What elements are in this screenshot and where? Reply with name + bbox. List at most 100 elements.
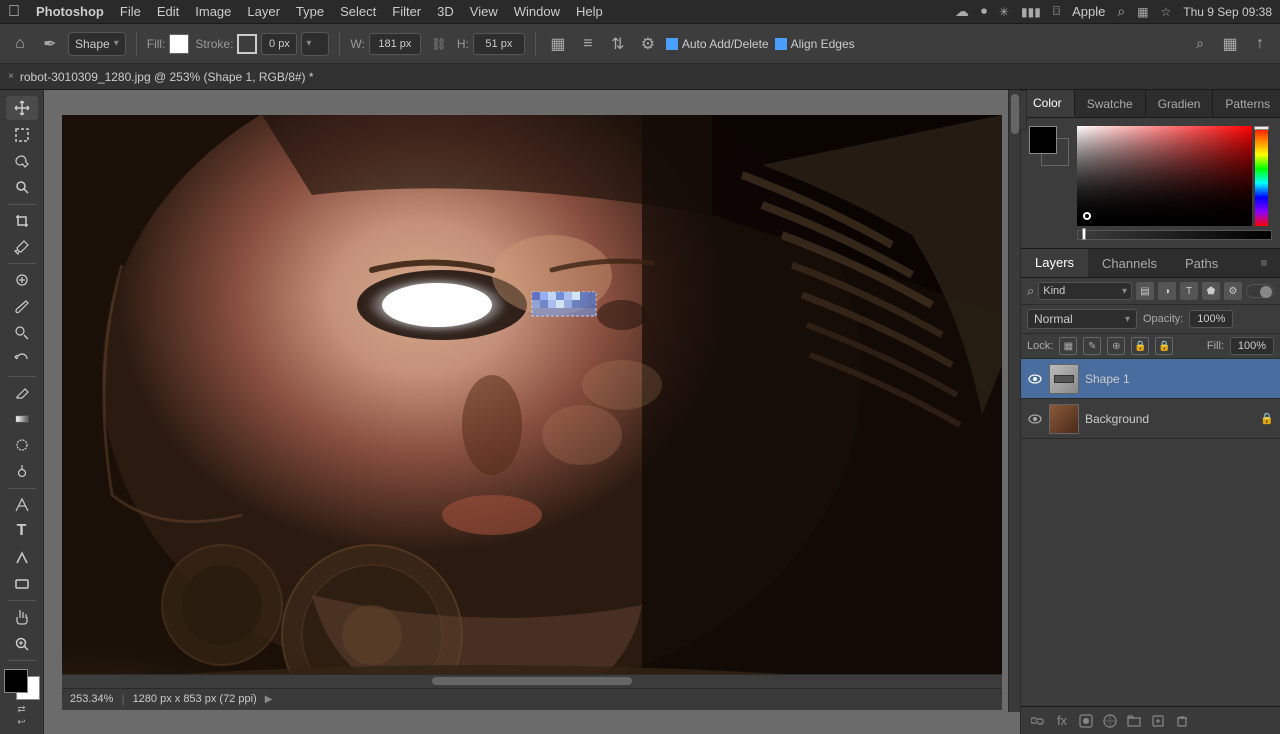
lock-move-btn[interactable]: ⊕ bbox=[1107, 337, 1125, 355]
foreground-color[interactable] bbox=[4, 669, 28, 693]
quick-select-tool[interactable] bbox=[6, 175, 38, 199]
dodge-tool[interactable] bbox=[6, 460, 38, 484]
opacity-input[interactable] bbox=[1189, 310, 1233, 328]
crop-tool[interactable] bbox=[6, 208, 38, 232]
tab-paths[interactable]: Paths bbox=[1171, 249, 1232, 277]
brush-tool[interactable] bbox=[6, 294, 38, 318]
grid-icon[interactable]: ▦ bbox=[1218, 32, 1242, 56]
menu-edit[interactable]: Edit bbox=[157, 4, 179, 19]
lasso-tool[interactable] bbox=[6, 149, 38, 173]
color-spectrum[interactable] bbox=[1077, 126, 1252, 226]
link-dimensions-icon[interactable]: ⛓ bbox=[427, 32, 451, 56]
lock-artboard-btn[interactable]: 🔒 bbox=[1131, 337, 1149, 355]
default-colors-icon[interactable]: ↩ bbox=[17, 717, 25, 728]
filter-kind-dropdown[interactable]: Kind ▾ bbox=[1038, 282, 1132, 300]
canvas-image[interactable]: 253.34% | 1280 px x 853 px (72 ppi) ▶ bbox=[62, 115, 1002, 710]
search-toolbar-icon[interactable]: ⌕ bbox=[1188, 32, 1212, 56]
apple-label[interactable]: Apple bbox=[1072, 4, 1105, 19]
settings-icon[interactable]: ⚙ bbox=[636, 32, 660, 56]
height-input[interactable] bbox=[473, 33, 525, 55]
add-mask-btn[interactable] bbox=[1077, 712, 1095, 730]
tab-close-btn[interactable]: × bbox=[8, 71, 14, 82]
foreground-background-colors[interactable] bbox=[4, 669, 40, 700]
filter-pixel-icon[interactable]: ▤ bbox=[1136, 282, 1154, 300]
menu-window[interactable]: Window bbox=[514, 4, 560, 19]
layers-panel-menu-btn[interactable]: ≡ bbox=[1252, 251, 1276, 275]
share-icon[interactable]: ↑ bbox=[1248, 32, 1272, 56]
lock-pixels-btn[interactable]: ▦ bbox=[1059, 337, 1077, 355]
filter-smart-icon[interactable]: ⚙ bbox=[1224, 282, 1242, 300]
marquee-tool[interactable] bbox=[6, 122, 38, 146]
move-tool[interactable] bbox=[6, 96, 38, 120]
menu-help[interactable]: Help bbox=[576, 4, 603, 19]
link-layers-btn[interactable] bbox=[1029, 712, 1047, 730]
filter-type-icon[interactable]: T bbox=[1180, 282, 1198, 300]
layer-item-shape1[interactable]: Shape 1 bbox=[1021, 359, 1280, 399]
tab-color[interactable]: Color bbox=[1021, 90, 1075, 117]
opacity-slider[interactable] bbox=[1077, 230, 1272, 240]
zoom-tool[interactable] bbox=[6, 632, 38, 656]
home-icon[interactable]: ⌂ bbox=[8, 32, 32, 56]
switch-colors-icon[interactable]: ⇄ bbox=[17, 704, 25, 715]
healing-tool[interactable] bbox=[6, 268, 38, 292]
fill-input[interactable] bbox=[1230, 337, 1274, 355]
shape-tool[interactable] bbox=[6, 572, 38, 596]
shape-dropdown[interactable]: Shape ▾ bbox=[68, 32, 126, 56]
pen-tool[interactable] bbox=[6, 493, 38, 517]
delete-layer-btn[interactable] bbox=[1173, 712, 1191, 730]
color-spectrum-area[interactable] bbox=[1077, 126, 1272, 240]
tab-title[interactable]: robot-3010309_1280.jpg @ 253% (Shape 1, … bbox=[20, 70, 314, 84]
hand-tool[interactable] bbox=[6, 605, 38, 629]
menu-type[interactable]: Type bbox=[296, 4, 324, 19]
lock-position-btn[interactable]: ✎ bbox=[1083, 337, 1101, 355]
stroke-options-dropdown[interactable]: ▾ bbox=[301, 32, 329, 56]
layer-item-background[interactable]: Background 🔒 bbox=[1021, 399, 1280, 439]
new-adjustment-layer-btn[interactable] bbox=[1101, 712, 1119, 730]
new-layer-btn[interactable] bbox=[1149, 712, 1167, 730]
new-group-btn[interactable] bbox=[1125, 712, 1143, 730]
foreground-color-swatch[interactable] bbox=[1029, 126, 1057, 154]
align-edges-checkbox[interactable]: Align Edges bbox=[775, 37, 855, 51]
path-operations-icon[interactable]: ▦ bbox=[546, 32, 570, 56]
pen-tool-icon[interactable]: ✒ bbox=[38, 32, 62, 56]
path-alignment-icon[interactable]: ≡ bbox=[576, 32, 600, 56]
control-center-icon[interactable]: ▦ bbox=[1137, 5, 1148, 19]
apple-menu[interactable]:  bbox=[8, 3, 20, 21]
add-layer-style-btn[interactable]: fx bbox=[1053, 712, 1071, 730]
blur-tool[interactable] bbox=[6, 433, 38, 457]
path-arrangement-icon[interactable]: ⇅ bbox=[606, 32, 630, 56]
status-arrow-btn[interactable]: ▶ bbox=[265, 694, 273, 705]
eraser-tool[interactable] bbox=[6, 380, 38, 404]
gradient-tool[interactable] bbox=[6, 407, 38, 431]
menu-select[interactable]: Select bbox=[340, 4, 376, 19]
clone-stamp-tool[interactable] bbox=[6, 321, 38, 345]
auto-add-delete-checkbox[interactable]: Auto Add/Delete bbox=[666, 37, 769, 51]
vertical-scrollbar[interactable] bbox=[1008, 90, 1020, 712]
menu-layer[interactable]: Layer bbox=[247, 4, 280, 19]
tab-patterns[interactable]: Patterns bbox=[1213, 90, 1280, 117]
lock-all-btn[interactable]: 🔒 bbox=[1155, 337, 1173, 355]
filter-toggle[interactable] bbox=[1246, 284, 1274, 298]
menu-image[interactable]: Image bbox=[195, 4, 231, 19]
notification-icon[interactable]: ☆ bbox=[1161, 5, 1172, 19]
horizontal-scrollbar[interactable] bbox=[62, 674, 1002, 688]
stroke-value-input[interactable] bbox=[261, 33, 297, 55]
blend-mode-dropdown[interactable]: Normal ▾ bbox=[1027, 309, 1137, 329]
menu-filter[interactable]: Filter bbox=[392, 4, 421, 19]
layer-eye-shape1[interactable] bbox=[1027, 371, 1043, 387]
width-input[interactable] bbox=[369, 33, 421, 55]
history-brush-tool[interactable] bbox=[6, 347, 38, 371]
filter-adjustment-icon[interactable]: ◑ bbox=[1158, 282, 1176, 300]
type-tool[interactable]: T bbox=[6, 519, 38, 543]
fill-color-box[interactable] bbox=[169, 34, 189, 54]
menu-view[interactable]: View bbox=[470, 4, 498, 19]
search-menu-icon[interactable]: ⌕ bbox=[1117, 3, 1125, 20]
hue-slider[interactable] bbox=[1255, 126, 1268, 226]
tab-layers[interactable]: Layers bbox=[1021, 249, 1088, 277]
eyedropper-tool[interactable] bbox=[6, 235, 38, 259]
menu-file[interactable]: File bbox=[120, 4, 141, 19]
filter-shape-icon[interactable]: ⬟ bbox=[1202, 282, 1220, 300]
stroke-color-box[interactable] bbox=[237, 34, 257, 54]
layer-eye-background[interactable] bbox=[1027, 411, 1043, 427]
tab-swatche[interactable]: Swatche bbox=[1075, 90, 1146, 117]
